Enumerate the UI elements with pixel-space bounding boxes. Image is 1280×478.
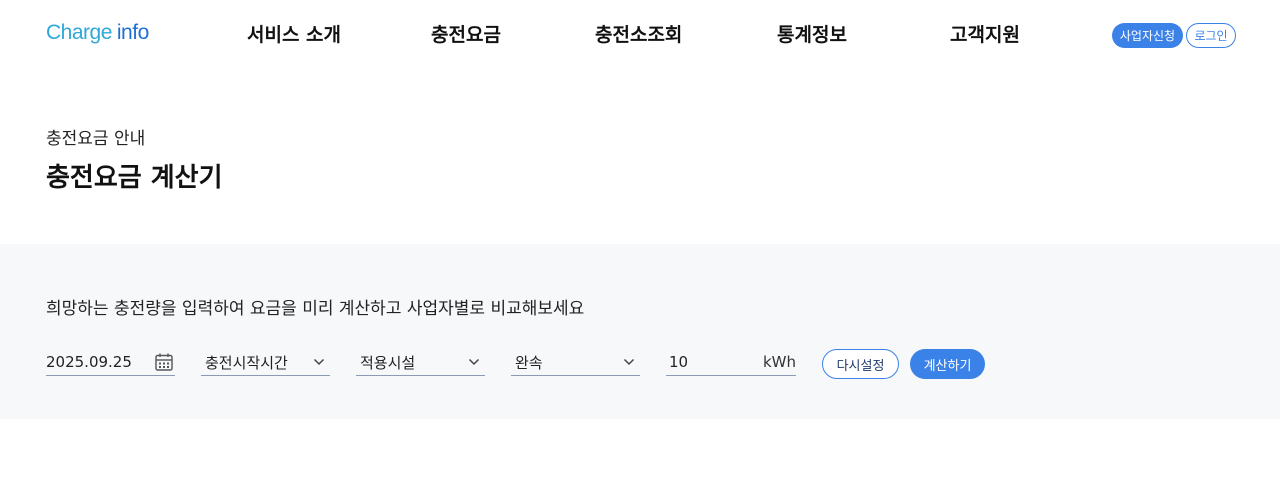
nav-station-search[interactable]: 충전소조회 (595, 20, 682, 47)
nav-charging-fee[interactable]: 충전요금 (431, 20, 501, 47)
calculator-description: 희망하는 충전량을 입력하여 요금을 미리 계산하고 사업자별로 비교해보세요 (46, 299, 585, 319)
start-time-value: 충전시작시간 (205, 353, 288, 372)
page-title: 충전요금 계산기 (46, 163, 223, 193)
logo-charge-text: Charge (46, 21, 112, 44)
chevron-down-icon (308, 358, 330, 366)
site-header: Charge info 서비스 소개 충전요금 충전소조회 통계정보 고객지원 … (0, 0, 1280, 70)
calendar-icon[interactable] (153, 352, 175, 372)
fee-calculator-panel: 희망하는 충전량을 입력하여 요금을 미리 계산하고 사업자별로 비교해보세요 … (0, 244, 1280, 419)
date-value: 2025.09.25 (46, 353, 132, 371)
business-apply-button[interactable]: 사업자신청 (1112, 23, 1183, 48)
login-button[interactable]: 로그인 (1186, 23, 1236, 48)
chevron-down-icon (463, 358, 485, 366)
nav-statistics[interactable]: 통계정보 (777, 20, 847, 47)
nav-support[interactable]: 고객지원 (950, 20, 1020, 47)
start-time-select[interactable]: 충전시작시간 (201, 349, 330, 376)
reset-button[interactable]: 다시설정 (822, 349, 899, 379)
date-picker[interactable]: 2025.09.25 (46, 349, 175, 376)
logo-info-text: info (116, 21, 149, 44)
charging-speed-select[interactable]: 완속 (511, 349, 640, 376)
breadcrumb: 충전요금 안내 (46, 129, 146, 149)
calculate-button[interactable]: 계산하기 (910, 349, 985, 379)
charging-speed-value: 완속 (515, 353, 543, 372)
kwh-input[interactable] (666, 353, 763, 371)
charge-info-logo[interactable]: Charge info (46, 18, 149, 48)
nav-service-intro[interactable]: 서비스 소개 (247, 20, 341, 47)
facility-select[interactable]: 적용시설 (356, 349, 485, 376)
kwh-field: kWh (666, 349, 796, 376)
facility-value: 적용시설 (360, 353, 416, 372)
kwh-unit: kWh (762, 353, 796, 371)
chevron-down-icon (618, 358, 640, 366)
